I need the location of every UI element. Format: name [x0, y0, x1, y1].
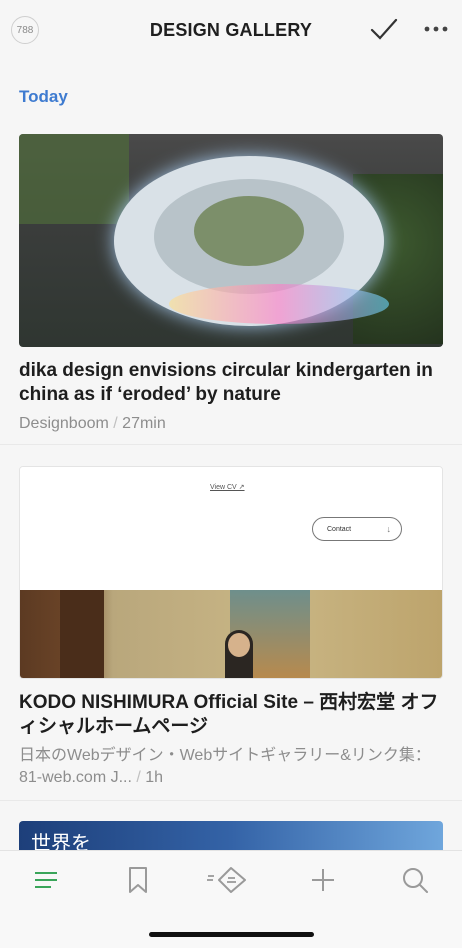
- mark-read-button[interactable]: [369, 16, 399, 42]
- article-headline[interactable]: KODO NISHIMURA Official Site – 西村宏堂 オフィシ…: [19, 691, 443, 739]
- menu-icon: [35, 872, 57, 888]
- article-source: Designboom: [19, 415, 109, 432]
- check-icon: [370, 18, 398, 40]
- home-indicator: [149, 932, 314, 937]
- more-icon: [424, 26, 448, 32]
- search-icon: [403, 868, 428, 893]
- article-card[interactable]: View CV ↗ Contact ↓ KODO NISHIMURA Offic…: [19, 466, 443, 789]
- contact-pill: Contact ↓: [312, 517, 402, 541]
- arrow-down-icon: ↓: [386, 524, 392, 534]
- divider: [0, 800, 462, 801]
- article-meta: Designboom / 27min: [19, 415, 166, 432]
- tab-saved[interactable]: [121, 865, 155, 895]
- top-bar: 788 DESIGN GALLERY: [0, 0, 462, 62]
- article-thumbnail[interactable]: [19, 134, 443, 347]
- divider: [0, 444, 462, 445]
- article-card[interactable]: dika design envisions circular kindergar…: [19, 134, 443, 435]
- tab-search[interactable]: [398, 865, 432, 895]
- tab-add[interactable]: [306, 865, 340, 895]
- contact-label: Contact: [327, 525, 352, 533]
- bookmark-icon: [129, 867, 147, 893]
- article-age: 27min: [122, 415, 166, 432]
- article-thumbnail[interactable]: View CV ↗ Contact ↓: [19, 466, 443, 679]
- article-age: 1h: [145, 769, 164, 786]
- tab-explore[interactable]: [205, 865, 249, 895]
- view-cv-link: View CV ↗: [210, 484, 245, 491]
- tag-icon: [207, 867, 246, 893]
- article-headline[interactable]: dika design envisions circular kindergar…: [19, 359, 443, 407]
- tab-feed[interactable]: [29, 865, 63, 895]
- more-button[interactable]: [422, 16, 450, 42]
- article-meta: 日本のWebデザイン・Webサイトギャラリー&リンク集：81-web.com J…: [19, 747, 431, 786]
- article-source: 日本のWebデザイン・Webサイトギャラリー&リンク集：81-web.com J…: [19, 747, 431, 786]
- plus-icon: [312, 869, 334, 891]
- section-heading-today: Today: [19, 87, 68, 106]
